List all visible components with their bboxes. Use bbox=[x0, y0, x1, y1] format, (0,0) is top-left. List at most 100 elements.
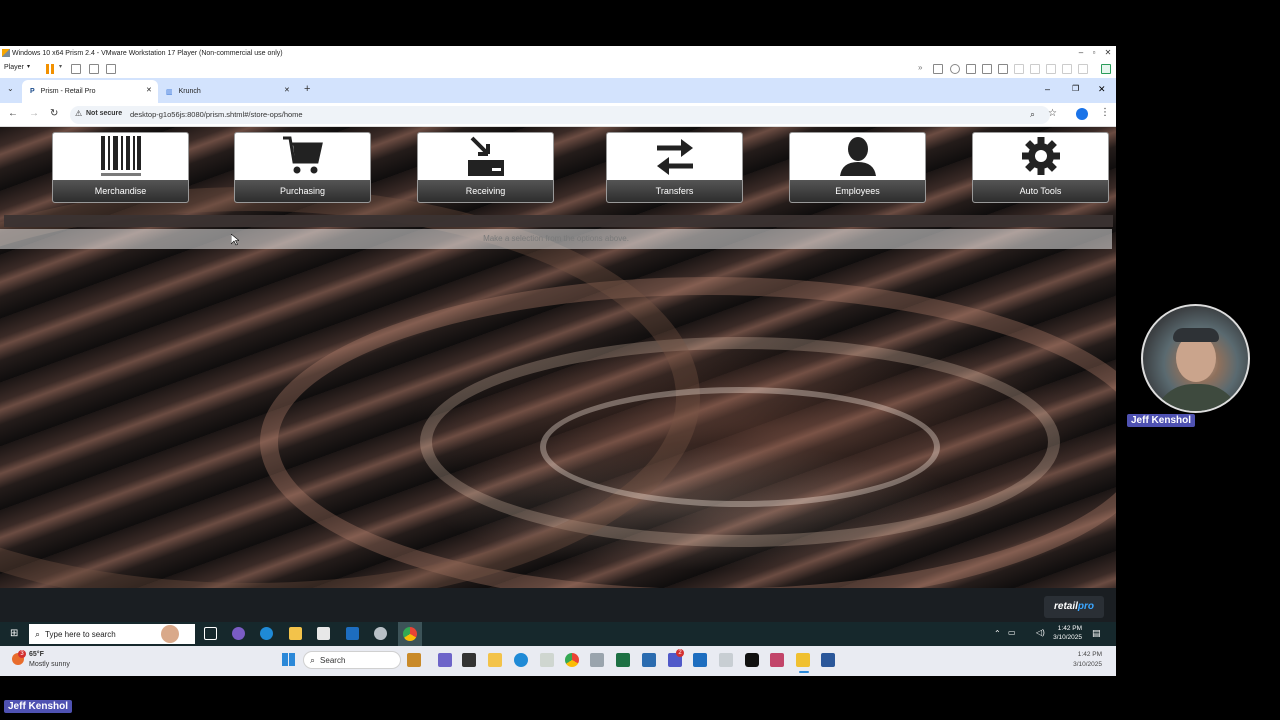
more-icon[interactable]: » bbox=[918, 63, 922, 72]
outlook-icon[interactable] bbox=[693, 653, 707, 667]
app-icon[interactable] bbox=[590, 653, 604, 667]
button-label: Merchandise bbox=[53, 180, 188, 202]
bookmark-star-icon[interactable]: ☆ bbox=[1048, 108, 1057, 119]
chevron-down-icon[interactable]: ▾ bbox=[27, 63, 30, 70]
outlook-icon[interactable] bbox=[346, 627, 359, 640]
person-icon bbox=[840, 137, 876, 176]
security-status[interactable]: Not secure bbox=[86, 110, 122, 117]
usb-icon[interactable] bbox=[982, 64, 992, 74]
guest-date: 3/10/2025 bbox=[1053, 634, 1082, 641]
new-tab-icon[interactable]: + bbox=[304, 83, 310, 95]
app-icon[interactable] bbox=[642, 653, 656, 667]
weather-desc[interactable]: Mostly sunny bbox=[29, 661, 70, 668]
notifications-icon[interactable]: ▤ bbox=[1092, 628, 1101, 639]
weather-temp[interactable]: 65°F bbox=[29, 651, 44, 658]
vmware-icon[interactable] bbox=[796, 653, 810, 667]
network-icon[interactable]: ▭ bbox=[1008, 628, 1016, 637]
app-icon[interactable] bbox=[745, 653, 759, 667]
participant-cap bbox=[1173, 328, 1219, 342]
forward-icon[interactable]: → bbox=[29, 108, 39, 119]
maximize-icon[interactable]: ▫ bbox=[1087, 46, 1101, 60]
close-icon[interactable]: ✕ bbox=[1098, 84, 1106, 95]
app-icon[interactable] bbox=[719, 653, 733, 667]
device-icon[interactable] bbox=[1030, 64, 1040, 74]
excel-icon[interactable] bbox=[616, 653, 630, 667]
device-icon[interactable] bbox=[1078, 64, 1088, 74]
send-ctrl-alt-del-icon[interactable] bbox=[71, 64, 81, 74]
player-menu[interactable]: Player bbox=[4, 64, 24, 71]
guest-clock[interactable]: 1:42 PM 3/10/2025 bbox=[1048, 624, 1082, 642]
zoom-icon[interactable]: ⌕ bbox=[1030, 109, 1035, 120]
warning-icon: ⚠ bbox=[75, 109, 83, 118]
network-icon[interactable] bbox=[966, 64, 976, 74]
close-tab-icon[interactable]: ✕ bbox=[146, 86, 152, 94]
file-explorer-icon[interactable] bbox=[289, 627, 302, 640]
minimize-icon[interactable]: – bbox=[1045, 84, 1050, 94]
more-menu-icon[interactable]: ⋮ bbox=[1100, 107, 1110, 118]
copilot-icon[interactable] bbox=[232, 627, 245, 640]
task-view-icon[interactable] bbox=[204, 627, 217, 640]
profile-avatar-icon[interactable] bbox=[1076, 108, 1088, 120]
minimize-icon[interactable]: – bbox=[1074, 46, 1088, 60]
edge-icon[interactable] bbox=[514, 653, 528, 667]
close-icon[interactable]: ✕ bbox=[1101, 46, 1115, 60]
auto-tools-button[interactable]: Auto Tools bbox=[972, 132, 1109, 203]
host-search-box[interactable]: ⌕ Search bbox=[303, 651, 401, 669]
transfers-button[interactable]: Transfers bbox=[606, 132, 743, 203]
back-icon[interactable]: ← bbox=[8, 108, 18, 119]
close-tab-icon[interactable]: ✕ bbox=[284, 86, 290, 94]
task-view-icon[interactable] bbox=[462, 653, 476, 667]
settings-icon[interactable] bbox=[374, 627, 387, 640]
snipping-tool-icon[interactable] bbox=[540, 653, 554, 667]
guest-search-box[interactable]: ⌕ Type here to search bbox=[29, 624, 195, 644]
purchasing-button[interactable]: Purchasing bbox=[234, 132, 371, 203]
tab-prism-retail-pro[interactable]: P Prism - Retail Pro ✕ bbox=[22, 80, 158, 103]
widgets-icon[interactable] bbox=[407, 653, 421, 667]
status-strip bbox=[4, 215, 1113, 227]
participant-shirt bbox=[1153, 384, 1241, 411]
reload-icon[interactable]: ↻ bbox=[50, 108, 58, 119]
chrome-icon[interactable] bbox=[565, 653, 579, 667]
pause-icon[interactable] bbox=[46, 64, 49, 74]
receiving-button[interactable]: Receiving bbox=[417, 132, 554, 203]
active-app-indicator bbox=[799, 671, 809, 673]
tab-krunch[interactable]: ▥ Krunch ✕ bbox=[160, 80, 296, 103]
mouse-cursor-icon bbox=[231, 234, 239, 246]
restore-icon[interactable]: ❐ bbox=[1072, 84, 1079, 93]
merchandise-button[interactable]: Merchandise bbox=[52, 132, 189, 203]
tab-search-icon[interactable]: ⌄ bbox=[7, 84, 14, 93]
vmware-logo-icon bbox=[2, 49, 10, 57]
chrome-taskbar-button[interactable] bbox=[398, 622, 422, 646]
word-icon[interactable] bbox=[821, 653, 835, 667]
search-highlight-icon bbox=[161, 625, 179, 643]
windows-start-icon[interactable]: ⊞ bbox=[10, 628, 18, 639]
copilot-icon[interactable] bbox=[438, 653, 452, 667]
unity-icon[interactable] bbox=[106, 64, 116, 74]
chevron-up-icon[interactable]: ⌃ bbox=[994, 629, 1001, 638]
windows-start-icon[interactable] bbox=[282, 653, 295, 666]
device-icon[interactable] bbox=[933, 64, 943, 74]
krunch-favicon-icon: ▥ bbox=[166, 88, 173, 96]
url-text[interactable]: desktop-g1o56js:8080/prism.shtml#/store-… bbox=[130, 110, 303, 119]
search-icon: ⌕ bbox=[35, 628, 41, 639]
app-icon[interactable] bbox=[770, 653, 784, 667]
host-clock[interactable]: 1:42 PM 3/10/2025 bbox=[1066, 650, 1102, 670]
address-bar[interactable]: ⚠ Not secure desktop-g1o56js:8080/prism.… bbox=[70, 106, 1050, 124]
file-explorer-icon[interactable] bbox=[488, 653, 502, 667]
store-icon[interactable] bbox=[317, 627, 330, 640]
cd-icon[interactable] bbox=[950, 64, 960, 74]
device-icon[interactable] bbox=[1014, 64, 1024, 74]
fullscreen-icon[interactable] bbox=[89, 64, 99, 74]
printer-icon[interactable] bbox=[1046, 64, 1056, 74]
tab-label: Krunch bbox=[178, 88, 201, 95]
sound-icon[interactable] bbox=[998, 64, 1008, 74]
device-icon[interactable] bbox=[1062, 64, 1072, 74]
guest-time: 1:42 PM bbox=[1057, 625, 1082, 632]
search-placeholder: Type here to search bbox=[45, 629, 116, 639]
search-icon: ⌕ bbox=[310, 654, 316, 665]
employees-button[interactable]: Employees bbox=[789, 132, 926, 203]
edge-icon[interactable] bbox=[260, 627, 273, 640]
chevron-down-icon[interactable]: ▾ bbox=[59, 63, 62, 70]
volume-icon[interactable]: ◁) bbox=[1036, 628, 1045, 637]
message-icon[interactable] bbox=[1101, 64, 1111, 74]
